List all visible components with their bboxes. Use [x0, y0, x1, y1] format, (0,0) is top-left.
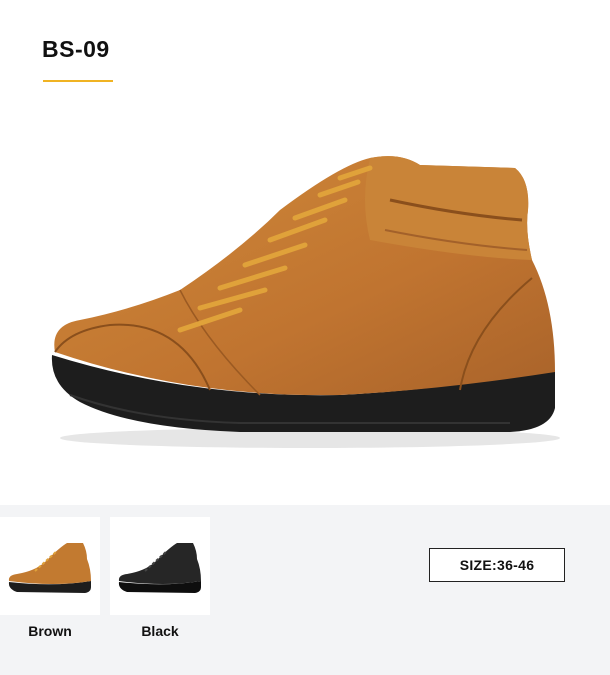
variant-thumb-brown[interactable]: [0, 517, 100, 615]
black-boot-thumbnail: [118, 543, 201, 593]
title-underline: [43, 80, 113, 82]
brown-boot-thumbnail: [8, 543, 91, 593]
product-hero-section: BS-09: [0, 0, 610, 505]
variant-section: Brown Black SIZE:36-46: [0, 505, 610, 675]
variant-label-brown: Brown: [28, 623, 72, 639]
variant-label-black: Black: [141, 623, 179, 639]
variant-thumb-black[interactable]: [110, 517, 210, 615]
boot-image: [51, 156, 560, 448]
product-model-title: BS-09: [42, 36, 110, 62]
size-range-badge: SIZE:36-46: [429, 548, 565, 582]
